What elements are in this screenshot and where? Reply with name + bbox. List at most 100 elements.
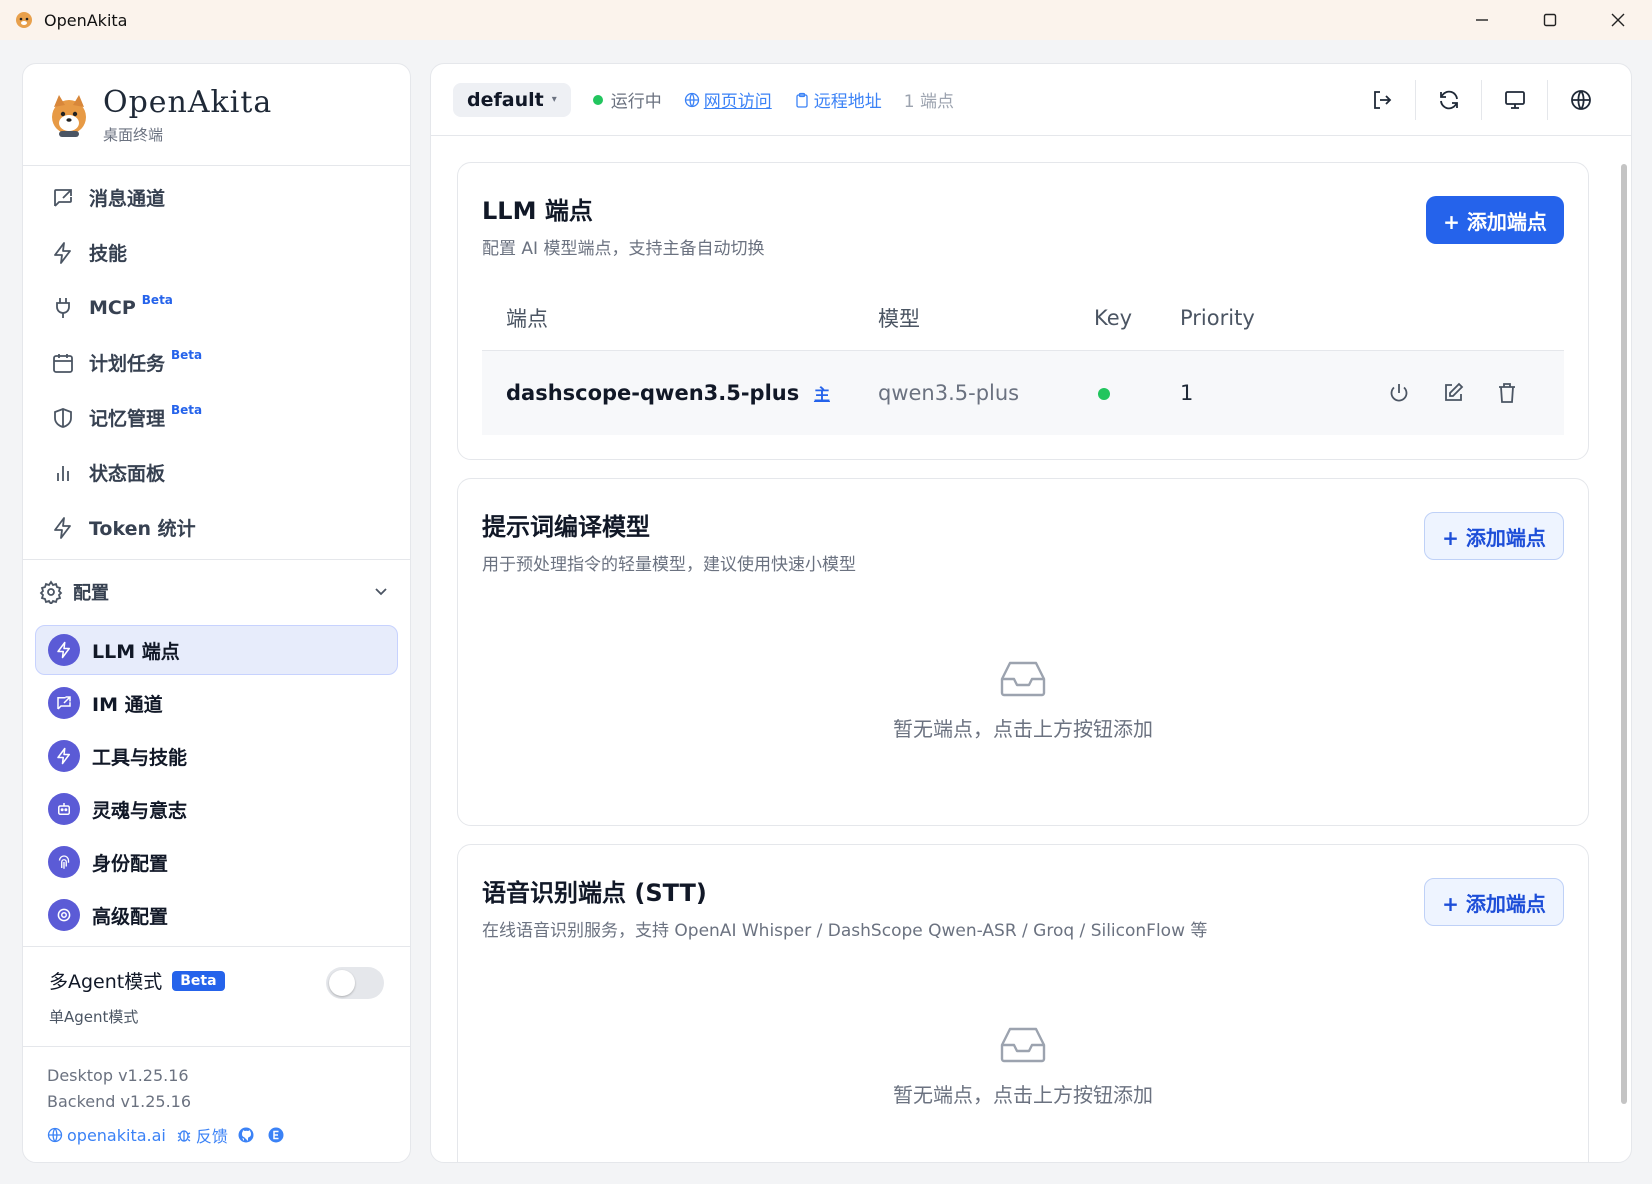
brand-name: OpenAkita (103, 84, 273, 120)
toggle-endpoint-button[interactable] (1372, 381, 1426, 405)
brand-header: OpenAkita 桌面终端 (23, 64, 410, 166)
minimize-icon (1476, 19, 1488, 21)
close-icon (1611, 13, 1625, 27)
github-link[interactable] (238, 1127, 258, 1143)
add-endpoint-button[interactable]: + 添加端点 (1424, 878, 1564, 926)
add-endpoint-button[interactable]: + 添加端点 (1426, 196, 1564, 244)
app-logo-icon (16, 12, 32, 28)
feedback-link[interactable]: 反馈 (176, 1123, 228, 1147)
calendar-icon (53, 353, 73, 373)
config-item-soul-will[interactable]: 灵魂与意志 (35, 784, 398, 834)
endpoint-count: 1 端点 (903, 92, 954, 112)
refresh-button[interactable] (1415, 80, 1481, 120)
table-header: 端点 模型 Key Priority (482, 285, 1564, 351)
config-item-llm-endpoints[interactable]: LLM 端点 (35, 625, 398, 675)
bolt-icon (48, 740, 80, 772)
workspace-select[interactable]: default ▾ (453, 82, 571, 117)
nav-item-status-panel[interactable]: 状态面板 (23, 445, 410, 500)
e-circle-icon (268, 1127, 284, 1143)
agent-mode-section: 多Agent模式 Beta 单Agent模式 (23, 946, 410, 1042)
empty-text: 暂无端点，点击上方按钮添加 (893, 716, 1153, 741)
config-section-toggle[interactable]: 配置 (23, 559, 410, 623)
service-status: 运行中 (592, 87, 662, 112)
config-item-tools-skills[interactable]: 工具与技能 (35, 731, 398, 781)
window-title: OpenAkita (44, 10, 128, 30)
config-submenu: LLM 端点 IM 通道 工具与技能 灵魂与意志 身份配置 高级配置 (23, 625, 410, 940)
main-panel: default ▾ 运行中 网页访问 远程地址 1 端点 LLM 端点 配置 A… (430, 63, 1632, 1163)
nav-item-token-stats[interactable]: Token 统计 (23, 500, 410, 555)
robot-icon (48, 793, 80, 825)
desktop-version: Desktop v1.25.16 (47, 1066, 189, 1085)
config-item-label: 灵魂与意志 (92, 799, 188, 822)
config-item-label: 身份配置 (92, 852, 169, 875)
agent-mode-status: 单Agent模式 (49, 1008, 139, 1026)
message-export-icon (48, 687, 80, 719)
nav-item-memory[interactable]: 记忆管理 Beta (23, 390, 410, 445)
logout-button[interactable] (1349, 80, 1415, 120)
agent-mode-toggle[interactable] (326, 967, 384, 999)
content-area: LLM 端点 配置 AI 模型端点，支持主备自动切换 + 添加端点 端点 模型 … (457, 162, 1589, 1162)
endpoint-table: 端点 模型 Key Priority dashscope-qwen3.5-plu… (482, 285, 1564, 435)
workspace-value: default (467, 88, 544, 111)
card-description: 在线语音识别服务，支持 OpenAI Whisper / DashScope Q… (482, 921, 1208, 941)
nav-item-scheduled-tasks[interactable]: 计划任务 Beta (23, 335, 410, 390)
remote-address-label: 远程地址 (813, 92, 882, 112)
e-circle-link[interactable] (268, 1127, 288, 1143)
nav-item-skills[interactable]: 技能 (23, 225, 410, 280)
endpoint-name: dashscope-qwen3.5-plus (506, 381, 800, 405)
nav-item-mcp[interactable]: MCP Beta (23, 280, 410, 335)
endpoint-model: qwen3.5-plus (878, 381, 1020, 405)
scrollbar[interactable] (1621, 152, 1627, 1152)
edit-endpoint-button[interactable] (1426, 381, 1480, 405)
nav-item-messages[interactable]: 消息通道 (23, 170, 410, 225)
top-actions (1349, 64, 1613, 136)
remote-address-link[interactable]: 远程地址 (794, 87, 882, 112)
clipboard-icon (796, 92, 808, 108)
agent-mode-label: 多Agent模式 (49, 971, 163, 993)
minimize-button[interactable] (1448, 0, 1516, 40)
scrollbar-thumb[interactable] (1621, 164, 1627, 1104)
llm-endpoints-card: LLM 端点 配置 AI 模型端点，支持主备自动切换 + 添加端点 端点 模型 … (457, 162, 1589, 460)
window-controls (1448, 0, 1652, 40)
column-header: Key (1094, 305, 1133, 330)
config-item-advanced[interactable]: 高级配置 (35, 890, 398, 940)
bar-chart-icon (57, 465, 69, 481)
endpoint-priority: 1 (1180, 381, 1194, 405)
prompt-compile-card: 提示词编译模型 用于预处理指令的轻量模型，建议使用快速小模型 + 添加端点 暂无… (457, 478, 1589, 826)
nav-label: Token 统计 (89, 518, 196, 540)
stt-endpoints-card: 语音识别端点 (STT) 在线语音识别服务，支持 OpenAI Whisper … (457, 844, 1589, 1162)
shield-icon (54, 407, 72, 428)
brand-subtitle: 桌面终端 (103, 125, 164, 144)
nav-label: 消息通道 (89, 188, 166, 210)
backend-version: Backend v1.25.16 (47, 1092, 192, 1111)
web-access-link[interactable]: 网页访问 (684, 87, 772, 112)
bolt-icon (48, 634, 80, 666)
close-button[interactable] (1584, 0, 1652, 40)
nav-label: 记忆管理 (89, 408, 166, 430)
maximize-icon (1543, 13, 1557, 27)
bug-icon (177, 1130, 191, 1142)
key-status-dot (1098, 388, 1110, 400)
config-item-label: 工具与技能 (92, 746, 188, 769)
website-link[interactable]: openakita.ai (47, 1126, 166, 1145)
config-item-im-channels[interactable]: IM 通道 (35, 678, 398, 728)
bolt-icon (54, 516, 71, 539)
card-description: 用于预处理指令的轻量模型，建议使用快速小模型 (482, 555, 856, 575)
bolt-icon (54, 241, 71, 264)
maximize-button[interactable] (1516, 0, 1584, 40)
language-button[interactable] (1547, 80, 1613, 120)
row-actions (1372, 351, 1534, 435)
config-item-identity[interactable]: 身份配置 (35, 837, 398, 887)
message-export-icon (54, 188, 72, 207)
globe-icon (47, 1127, 63, 1143)
sidebar-footer: Desktop v1.25.16 Backend v1.25.16 openak… (23, 1046, 410, 1162)
globe-icon (684, 92, 699, 107)
trash-icon (1499, 383, 1515, 403)
empty-text: 暂无端点，点击上方按钮添加 (893, 1082, 1153, 1107)
delete-endpoint-button[interactable] (1480, 381, 1534, 405)
logout-icon (1374, 91, 1392, 109)
add-endpoint-button[interactable]: + 添加端点 (1424, 512, 1564, 560)
primary-tag: 主 (813, 385, 830, 404)
display-mode-button[interactable] (1481, 80, 1547, 120)
top-bar: default ▾ 运行中 网页访问 远程地址 1 端点 (431, 64, 1631, 136)
